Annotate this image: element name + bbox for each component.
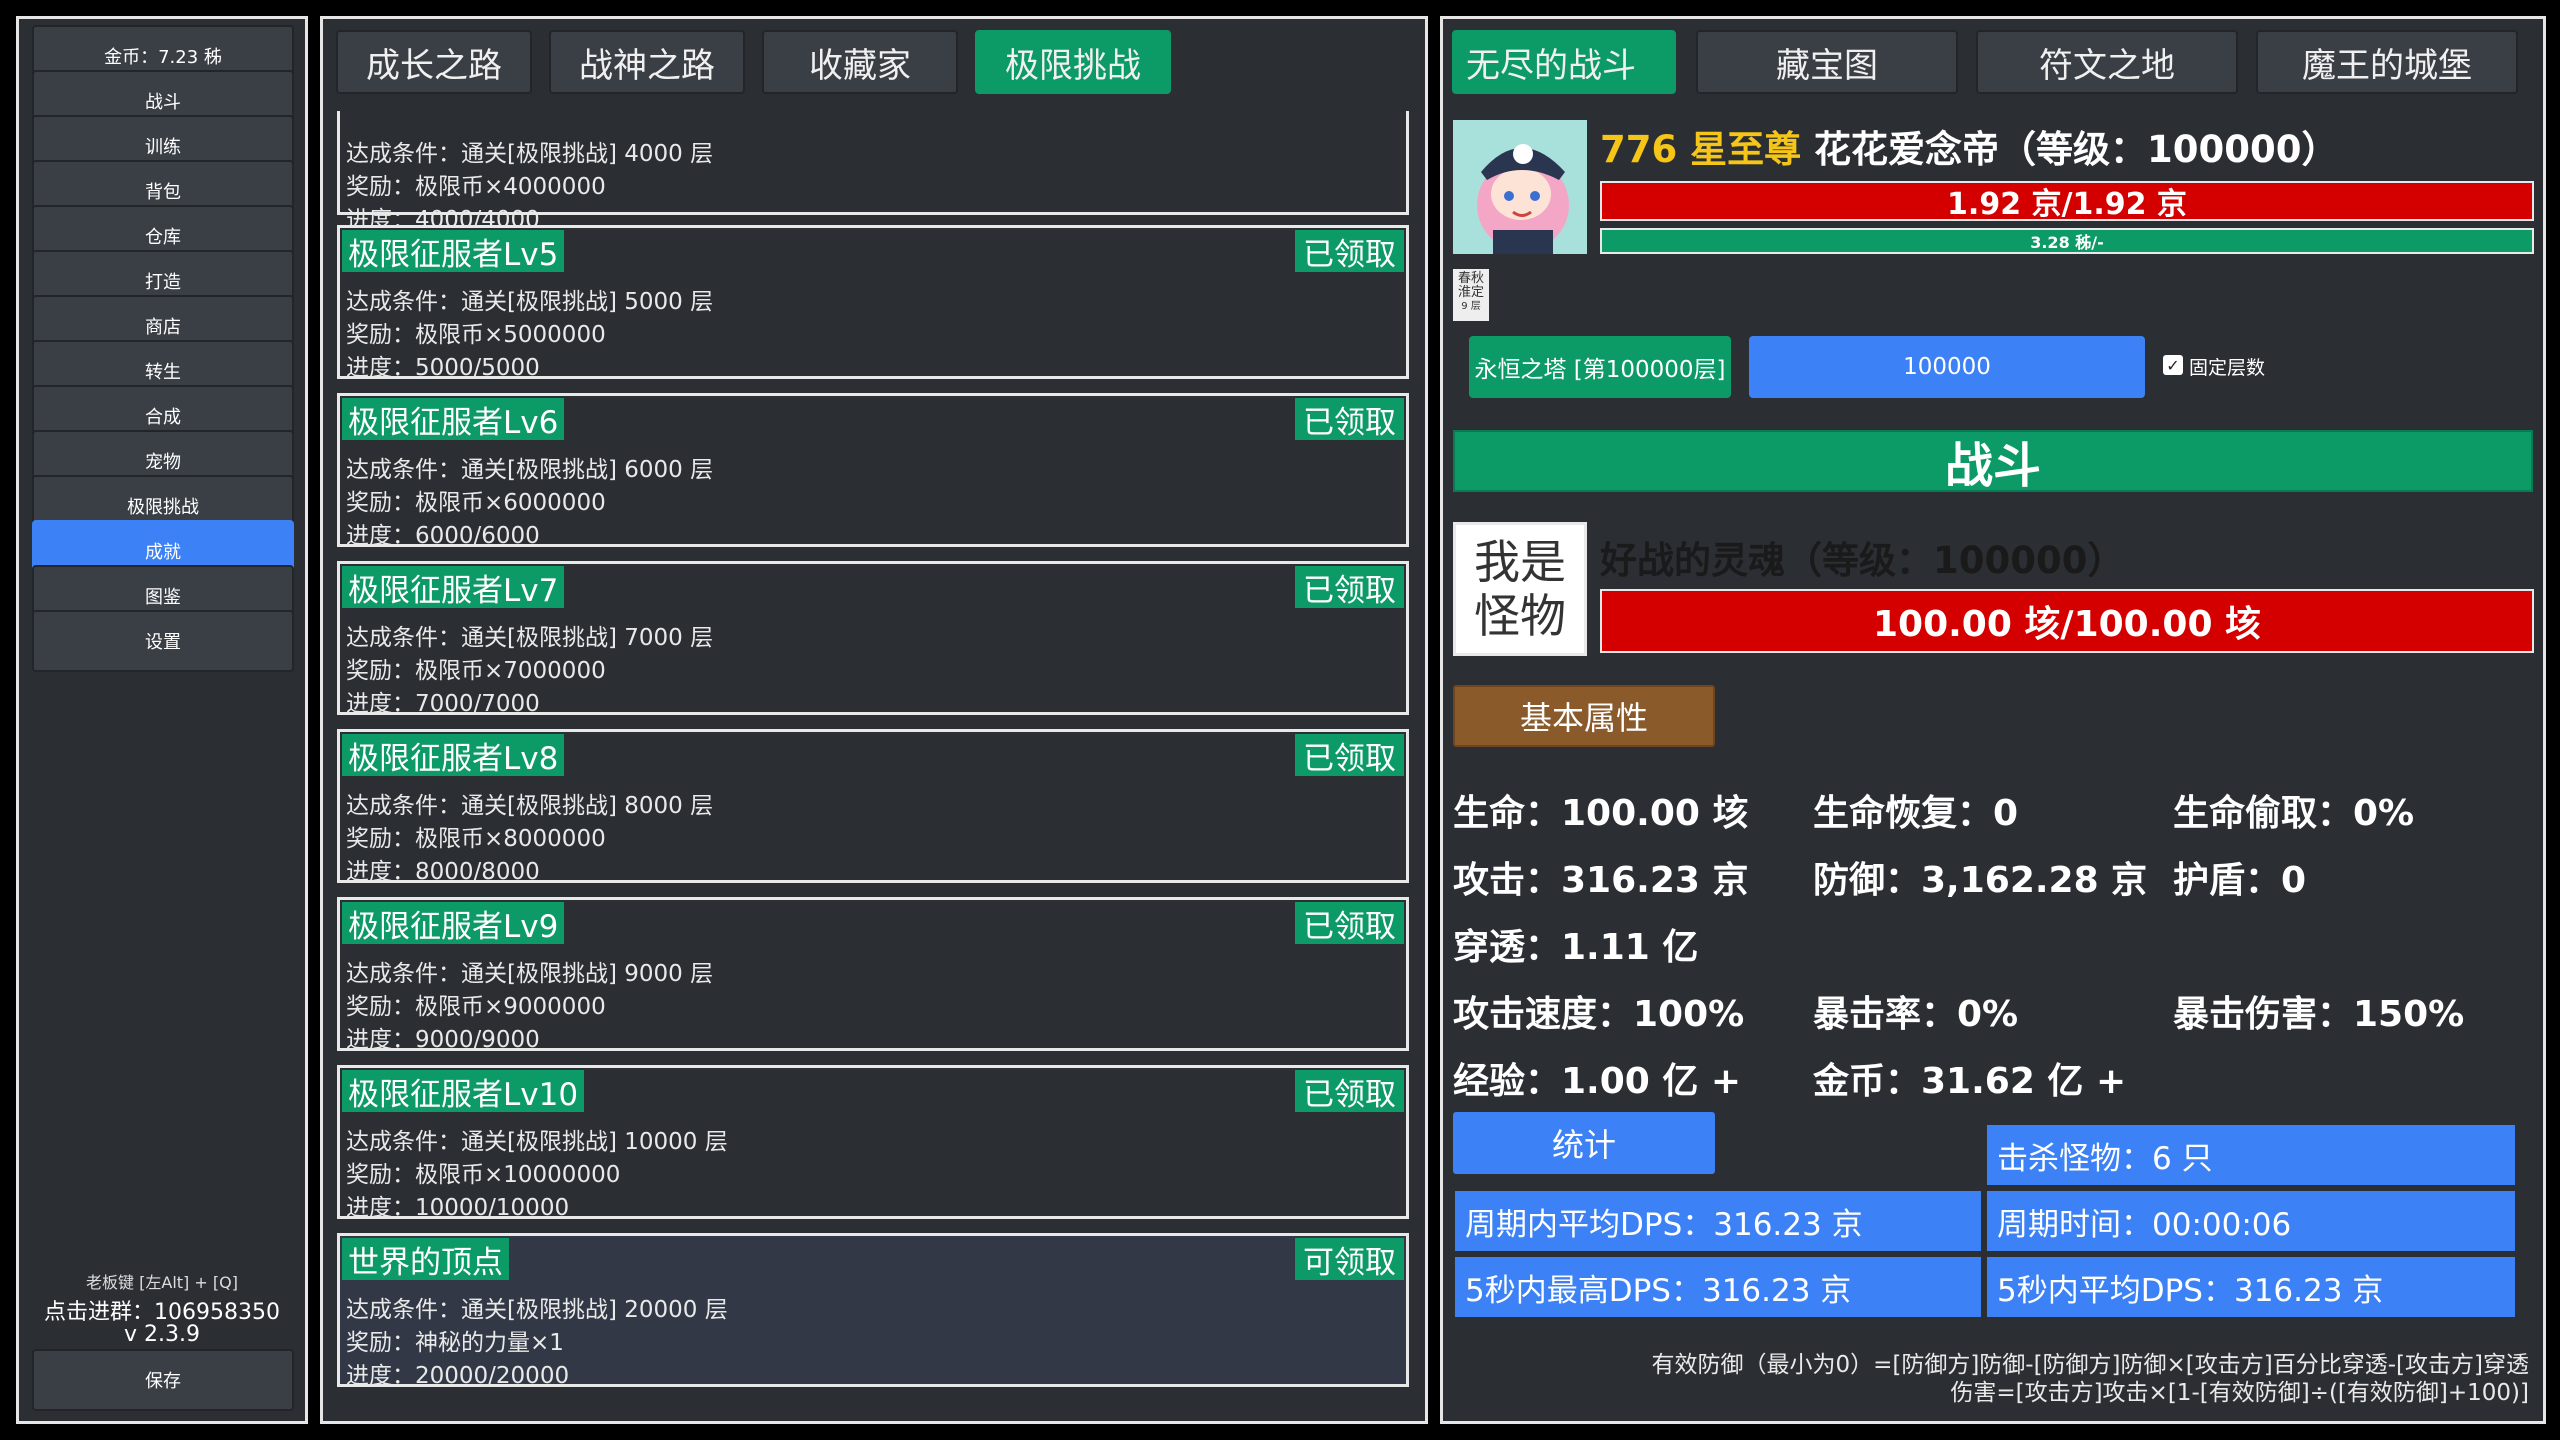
player-rank: 776 星至尊 xyxy=(1600,128,1802,171)
achievement-condition: 达成条件：通关[极限挑战] 7000 层 xyxy=(346,625,714,651)
achievement-card: 极限征服者Lv7 已领取 达成条件：通关[极限挑战] 7000 层 奖励：极限币… xyxy=(337,561,1409,717)
monster-portrait: 我是怪物 xyxy=(1453,522,1587,656)
achievement-card: 极限征服者Lv10 已领取 达成条件：通关[极限挑战] 10000 层 奖励：极… xyxy=(337,1065,1409,1221)
achievement-condition: 达成条件：通关[极限挑战] 20000 层 xyxy=(346,1297,728,1323)
achievement-condition: 达成条件：通关[极限挑战] 9000 层 xyxy=(346,961,714,987)
achievement-card: 极限征服者Lv9 已领取 达成条件：通关[极限挑战] 9000 层 奖励：极限币… xyxy=(337,897,1409,1053)
achievement-reward: 奖励：极限币×10000000 xyxy=(346,1162,621,1188)
achievement-list[interactable]: 达成条件：通关[极限挑战] 4000 层 奖励：极限币×4000000 进度：4… xyxy=(337,111,1411,1413)
achievement-condition: 达成条件：通关[极限挑战] 5000 层 xyxy=(346,289,714,315)
achievement-title: 极限征服者Lv5 xyxy=(342,230,565,273)
achievement-progress: 进度：8000/8000 xyxy=(346,859,540,885)
player-name-level: 花花爱念帝（等级：100000） xyxy=(1814,128,2339,171)
claim-button[interactable]: 可领取 xyxy=(1295,1238,1404,1281)
achievement-condition: 达成条件：通关[极限挑战] 10000 层 xyxy=(346,1129,728,1155)
stat-hp: 生命：100.00 垓 xyxy=(1453,793,1749,834)
badge-line: 春秋 xyxy=(1457,271,1484,286)
kill-count: 击杀怪物：6 只 xyxy=(1985,1123,2517,1187)
player-hp-bar: 1.92 京/1.92 京 xyxy=(1600,181,2534,222)
fixed-floor-label: 固定层数 xyxy=(2189,357,2266,379)
monster-hp-bar: 100.00 垓/100.00 垓 xyxy=(1600,589,2534,653)
tab-growth-road[interactable]: 成长之路 xyxy=(336,30,532,94)
achievement-title: 极限征服者Lv7 xyxy=(342,566,565,609)
avg-dps-5s: 5秒内平均DPS：316.23 京 xyxy=(1985,1255,2517,1319)
achievement-status[interactable]: 已领取 xyxy=(1295,1070,1404,1113)
achievement-card: 极限征服者Lv6 已领取 达成条件：通关[极限挑战] 6000 层 奖励：极限币… xyxy=(337,393,1409,549)
damage-formula: 伤害=[攻击方]攻击×[1-[有效防御]÷([有效防御]+100)] xyxy=(1950,1380,2529,1406)
achievement-card: 世界的顶点 可领取 达成条件：通关[极限挑战] 20000 层 奖励：神秘的力量… xyxy=(337,1233,1409,1389)
achievement-condition: 达成条件：通关[极限挑战] 4000 层 xyxy=(346,141,714,167)
sidebar-item-settings[interactable]: 设置 xyxy=(32,610,294,672)
stat-gold: 金币：31.62 亿 + xyxy=(1813,1061,2127,1102)
achievement-condition: 达成条件：通关[极限挑战] 8000 层 xyxy=(346,793,714,819)
achievement-progress: 进度：7000/7000 xyxy=(346,691,540,717)
badge-line: 9 层 xyxy=(1461,301,1481,312)
achievement-reward: 奖励：神秘的力量×1 xyxy=(346,1330,564,1356)
monster-name-level: 好战的灵魂（等级：100000） xyxy=(1600,539,2125,582)
player-exp-bar: 3.28 秭/- xyxy=(1600,228,2534,254)
boss-key-hint: 老板键 [左Alt] + [Q] xyxy=(86,1273,238,1292)
achievement-status[interactable]: 已领取 xyxy=(1295,902,1404,945)
achievement-title: 极限征服者Lv8 xyxy=(342,734,565,777)
achievement-card: 达成条件：通关[极限挑战] 4000 层 奖励：极限币×4000000 进度：4… xyxy=(337,111,1409,233)
stat-crit-damage: 暴击伤害：150% xyxy=(2173,994,2465,1035)
tab-rune-land[interactable]: 符文之地 xyxy=(1976,30,2238,94)
tab-collector[interactable]: 收藏家 xyxy=(762,30,958,94)
tab-treasure-map[interactable]: 藏宝图 xyxy=(1696,30,1958,94)
achievements-panel: 成长之路 战神之路 收藏家 极限挑战 达成条件：通关[极限挑战] 4000 层 … xyxy=(320,16,1428,1424)
stat-hp-regen: 生命恢复：0 xyxy=(1813,793,2019,834)
achievement-status[interactable]: 已领取 xyxy=(1295,566,1404,609)
achievement-reward: 奖励：极限币×7000000 xyxy=(346,658,606,684)
achievement-title: 极限征服者Lv9 xyxy=(342,902,565,945)
cycle-time: 周期时间：00:00:06 xyxy=(1985,1189,2517,1253)
tab-demon-castle[interactable]: 魔王的城堡 xyxy=(2256,30,2518,94)
fixed-floor-checkbox[interactable]: ✓ xyxy=(2163,355,2183,375)
achievement-status[interactable]: 已领取 xyxy=(1295,398,1404,441)
max-dps-5s: 5秒内最高DPS：316.23 京 xyxy=(1453,1255,1983,1319)
battle-panel: 无尽的战斗 藏宝图 符文之地 魔王的城堡 春秋 淮定 9 层 776 星至尊 花… xyxy=(1440,16,2546,1424)
achievement-reward: 奖励：极限币×4000000 xyxy=(346,174,606,200)
achievement-title: 世界的顶点 xyxy=(342,1238,509,1281)
floor-input[interactable]: 100000 xyxy=(1749,336,2145,398)
basic-attributes-button[interactable]: 基本属性 xyxy=(1453,685,1715,747)
stat-lifesteal: 生命偷取：0% xyxy=(2173,793,2415,834)
achievement-reward: 奖励：极限币×9000000 xyxy=(346,994,606,1020)
sidebar: 金币：7.23 秭 战斗 训练 背包 仓库 打造 商店 转生 合成 宠物 极限挑… xyxy=(16,16,308,1424)
achievement-progress: 进度：5000/5000 xyxy=(346,355,540,381)
tab-endless-battle[interactable]: 无尽的战斗 xyxy=(1452,30,1676,94)
achievement-reward: 奖励：极限币×8000000 xyxy=(346,826,606,852)
statistics-button[interactable]: 统计 xyxy=(1453,1112,1715,1174)
stat-exp: 经验：1.00 亿 + xyxy=(1453,1061,1742,1102)
achievement-card: 极限征服者Lv8 已领取 达成条件：通关[极限挑战] 8000 层 奖励：极限币… xyxy=(337,729,1409,885)
achievement-title: 极限征服者Lv6 xyxy=(342,398,565,441)
stat-attack: 攻击：316.23 京 xyxy=(1453,860,1749,901)
stat-crit-rate: 暴击率：0% xyxy=(1813,994,2019,1035)
tab-extreme-challenge[interactable]: 极限挑战 xyxy=(975,30,1171,94)
stat-shield: 护盾：0 xyxy=(2173,860,2307,901)
player-title: 776 星至尊 花花爱念帝（等级：100000） xyxy=(1600,119,2338,173)
achievement-progress: 进度：20000/20000 xyxy=(346,1363,570,1389)
tower-select-button[interactable]: 永恒之塔 [第100000层] xyxy=(1469,336,1731,398)
stat-attack-speed: 攻击速度：100% xyxy=(1453,994,1745,1035)
title-badge: 春秋 淮定 9 层 xyxy=(1453,269,1489,321)
achievement-status[interactable]: 已领取 xyxy=(1295,230,1404,273)
achievement-reward: 奖励：极限币×5000000 xyxy=(346,322,606,348)
version-label: v 2.3.9 xyxy=(124,1322,200,1347)
fight-button[interactable]: 战斗 xyxy=(1453,430,2533,494)
achievement-progress: 进度：10000/10000 xyxy=(346,1195,570,1221)
tab-war-god-road[interactable]: 战神之路 xyxy=(549,30,745,94)
stat-penetration: 穿透：1.11 亿 xyxy=(1453,927,1699,968)
achievement-progress: 进度：6000/6000 xyxy=(346,523,540,549)
achievement-progress: 进度：9000/9000 xyxy=(346,1027,540,1053)
achievement-card: 极限征服者Lv5 已领取 达成条件：通关[极限挑战] 5000 层 奖励：极限币… xyxy=(337,225,1409,381)
achievement-reward: 奖励：极限币×6000000 xyxy=(346,490,606,516)
cycle-avg-dps: 周期内平均DPS：316.23 京 xyxy=(1453,1189,1983,1253)
badge-line: 淮定 xyxy=(1457,285,1484,300)
achievement-condition: 达成条件：通关[极限挑战] 6000 层 xyxy=(346,457,714,483)
achievement-status[interactable]: 已领取 xyxy=(1295,734,1404,777)
save-button[interactable]: 保存 xyxy=(32,1349,294,1411)
achievement-title: 极限征服者Lv10 xyxy=(342,1070,585,1113)
player-avatar xyxy=(1453,120,1587,254)
stat-defense: 防御：3,162.28 京 xyxy=(1813,860,2148,901)
